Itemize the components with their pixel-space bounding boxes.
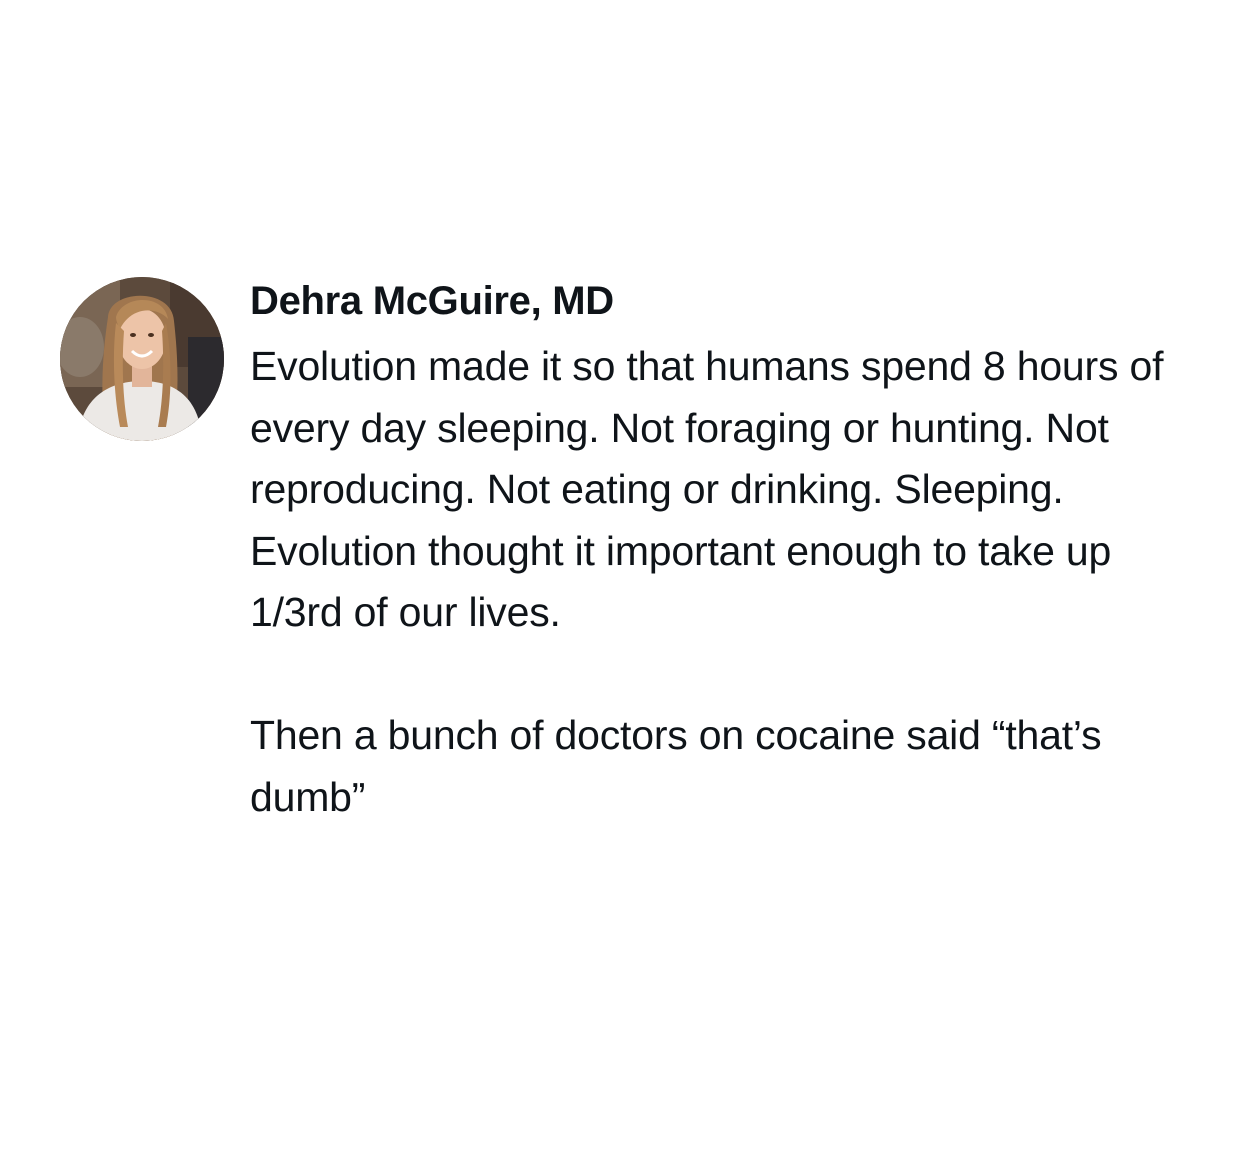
profile-photo-icon: [60, 277, 224, 441]
avatar[interactable]: [60, 277, 224, 441]
tweet-text: Evolution made it so that humans spend 8…: [250, 336, 1210, 828]
tweet-paragraph: Then a bunch of doctors on cocaine said …: [250, 712, 1102, 820]
tweet-paragraph: Evolution made it so that humans spend 8…: [250, 343, 1164, 635]
tweet-card: Dehra McGuire, MD Evolution made it so t…: [0, 0, 1242, 1162]
author-name[interactable]: Dehra McGuire, MD: [250, 278, 614, 324]
